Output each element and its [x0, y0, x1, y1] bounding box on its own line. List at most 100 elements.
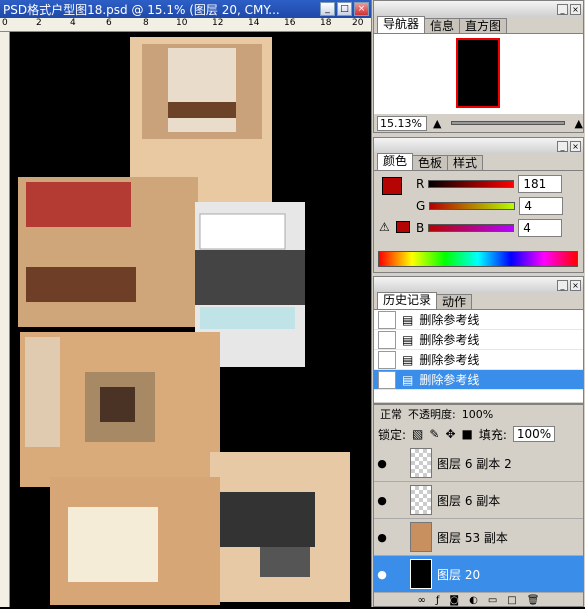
fill-field[interactable]: 100% [512, 426, 556, 442]
zoom-out-icon[interactable]: ▲ [433, 117, 441, 130]
channel-label-b: B [416, 221, 425, 235]
history-source-box[interactable] [378, 370, 396, 389]
history-source-box[interactable] [378, 350, 396, 369]
layer-name: 图层 20 [437, 567, 481, 582]
image-canvas[interactable] [10, 32, 371, 607]
layers-panel: 正常 不透明度: 100% 锁定: ▧ ✎ ✥ ■ 填充: 100% ● 图层 … [373, 404, 584, 607]
tab-navigator[interactable]: 导航器 [377, 16, 426, 33]
close-icon[interactable]: × [570, 279, 581, 291]
ruler-tick: 4 [70, 18, 76, 28]
close-button[interactable]: × [354, 2, 369, 16]
panel-titlebar[interactable]: _ × [374, 1, 583, 17]
layer-row[interactable]: ● 图层 53 副本 [374, 519, 583, 556]
b-slider[interactable] [428, 224, 515, 232]
history-item-label: 删除参考线 [419, 373, 480, 387]
ruler-tick: 12 [212, 18, 224, 28]
lock-paint-icon[interactable]: ✎ [429, 427, 439, 441]
document-icon: ▤ [402, 332, 414, 347]
ruler-tick: 10 [176, 18, 188, 28]
history-source-box[interactable] [378, 310, 396, 329]
maximize-button[interactable]: □ [337, 2, 352, 16]
history-panel: _ × 历史记录 动作 ▤ 删除参考线 ▤ 删除参考线 ▤ 删除参考线 ▤ 删除参考线 [373, 276, 584, 404]
history-list: ▤ 删除参考线 ▤ 删除参考线 ▤ 删除参考线 ▤ 删除参考线 [374, 310, 583, 402]
color-row-r: R 181 [374, 173, 563, 195]
eye-icon[interactable]: ● [374, 568, 390, 581]
layer-row[interactable]: ● 图层 6 副本 2 [374, 445, 583, 482]
layer-row-selected[interactable]: ● 图层 20 [374, 556, 583, 593]
close-icon[interactable]: × [570, 3, 581, 15]
panel-titlebar[interactable]: _ × [374, 138, 583, 154]
opacity-label: 不透明度: [408, 408, 456, 421]
navigator-preview[interactable] [374, 34, 583, 114]
tab-color[interactable]: 颜色 [377, 153, 414, 170]
minimize-button[interactable]: _ [320, 2, 335, 16]
document-title: PSD格式户型图18.psd @ 15.1% (图层 20, CMY... [3, 2, 280, 17]
document-icon: ▤ [402, 352, 414, 367]
minimize-icon[interactable]: _ [557, 140, 568, 152]
minimize-icon[interactable]: _ [557, 3, 568, 15]
eye-icon[interactable]: ● [374, 457, 390, 470]
document-icon: ▤ [402, 312, 414, 327]
close-icon[interactable]: × [570, 140, 581, 152]
ruler-tick: 20 [352, 18, 364, 28]
panel-titlebar[interactable]: _ × [374, 277, 583, 293]
vertical-ruler[interactable] [0, 32, 10, 607]
zoom-field[interactable]: 15.13% [377, 115, 427, 131]
history-item-label: 删除参考线 [419, 313, 480, 327]
color-row-b: B 4 [374, 217, 563, 239]
g-slider[interactable] [429, 202, 516, 210]
ruler-tick: 2 [36, 18, 42, 28]
ruler-tick: 6 [106, 18, 112, 28]
horizontal-ruler[interactable]: 0 2 4 6 8 10 12 14 16 18 20 [0, 18, 371, 32]
tab-info[interactable]: 信息 [424, 18, 461, 33]
panel-dock: _ × 导航器 信息 直方图 15.13% ▲ ▲ _ × 颜色 色板 样式 ⚠… [371, 0, 585, 607]
history-item[interactable]: ▤ 删除参考线 [374, 350, 583, 370]
layer-thumbnail [410, 522, 432, 552]
tab-history[interactable]: 历史记录 [377, 292, 438, 309]
layer-name: 图层 6 副本 2 [437, 456, 512, 471]
g-value-field[interactable]: 4 [519, 197, 564, 215]
channel-label-g: G [416, 199, 426, 213]
lock-transparency-icon[interactable]: ▧ [412, 427, 423, 441]
ruler-tick: 18 [320, 18, 332, 28]
tab-swatches[interactable]: 色板 [412, 155, 449, 170]
navigator-thumbnail[interactable] [456, 38, 500, 108]
document-icon: ▤ [402, 372, 414, 387]
r-value-field[interactable]: 181 [518, 175, 563, 193]
ruler-tick: 8 [143, 18, 149, 28]
tab-actions[interactable]: 动作 [436, 294, 473, 309]
b-value-field[interactable]: 4 [518, 219, 563, 237]
layer-thumbnail [410, 448, 432, 478]
history-item-label: 删除参考线 [419, 333, 480, 347]
navigator-panel: _ × 导航器 信息 直方图 15.13% ▲ ▲ [373, 0, 584, 133]
lock-label: 锁定: [378, 427, 407, 442]
floorplan-image [18, 37, 350, 605]
blend-mode-select[interactable]: 正常 [380, 406, 402, 422]
ruler-tick: 16 [284, 18, 296, 28]
tab-histogram[interactable]: 直方图 [459, 18, 508, 33]
history-item-selected[interactable]: ▤ 删除参考线 [374, 370, 583, 390]
document-window: PSD格式户型图18.psd @ 15.1% (图层 20, CMY... _ … [0, 0, 371, 607]
zoom-slider[interactable] [451, 121, 565, 125]
color-spectrum-bar[interactable] [378, 251, 578, 267]
zoom-in-icon[interactable]: ▲ [575, 117, 583, 130]
lock-position-icon[interactable]: ✥ [445, 427, 455, 441]
eye-icon[interactable]: ● [374, 531, 390, 544]
history-item[interactable]: ▤ 删除参考线 [374, 330, 583, 350]
layer-thumbnail [410, 485, 432, 515]
color-row-g: G 4 [374, 195, 564, 217]
ruler-tick: 14 [248, 18, 260, 28]
ruler-tick: 0 [2, 18, 8, 28]
history-source-box[interactable] [378, 330, 396, 349]
r-slider[interactable] [428, 180, 515, 188]
opacity-field[interactable]: 100% [462, 408, 493, 421]
history-item-label: 删除参考线 [419, 353, 480, 367]
lock-all-icon[interactable]: ■ [462, 427, 473, 441]
eye-icon[interactable]: ● [374, 494, 390, 507]
layer-row[interactable]: ● 图层 6 副本 [374, 482, 583, 519]
channel-label-r: R [416, 177, 425, 191]
document-titlebar[interactable]: PSD格式户型图18.psd @ 15.1% (图层 20, CMY... _ … [0, 0, 371, 18]
minimize-icon[interactable]: _ [557, 279, 568, 291]
tab-styles[interactable]: 样式 [447, 155, 484, 170]
history-item[interactable]: ▤ 删除参考线 [374, 310, 583, 330]
